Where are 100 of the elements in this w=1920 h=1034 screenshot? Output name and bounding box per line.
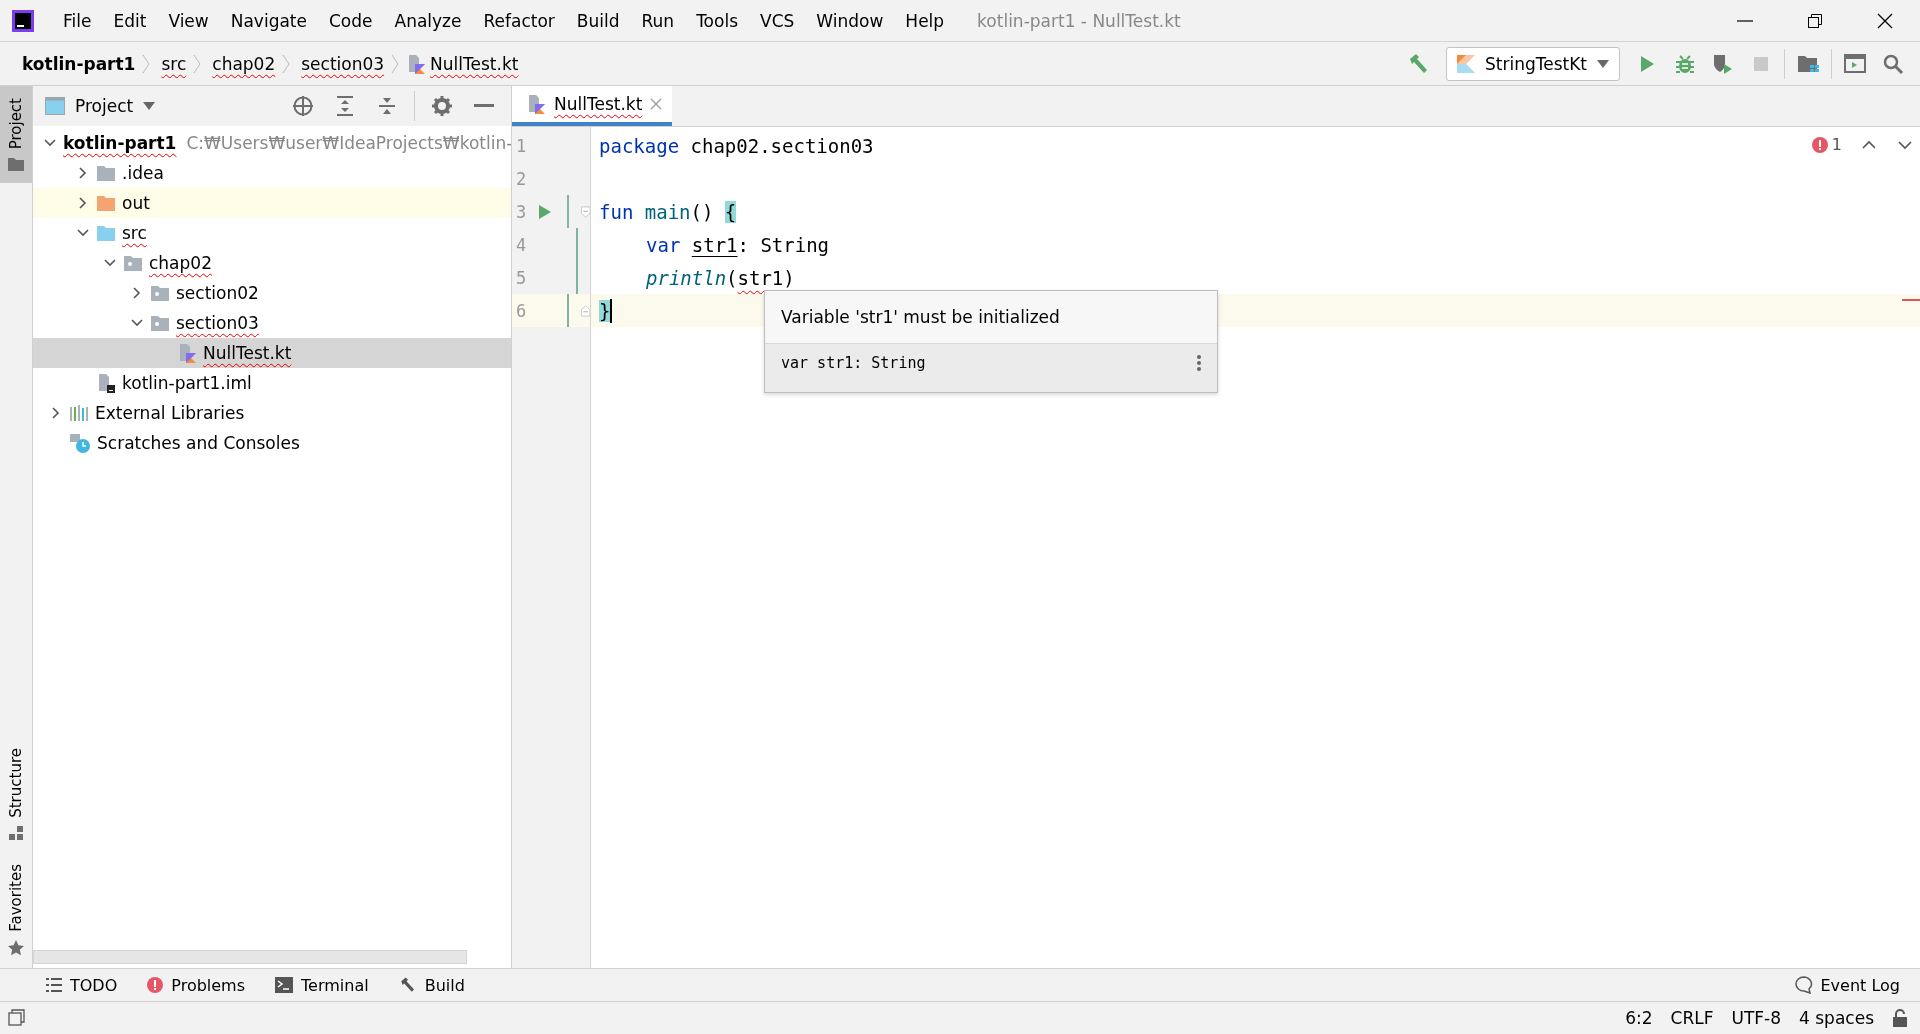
line-number: 2	[515, 168, 528, 189]
chevron-down-icon[interactable]	[1898, 139, 1912, 150]
side-tab[interactable]: Project	[0, 86, 32, 184]
tree-row[interactable]: External Libraries	[33, 398, 511, 428]
tree-label: .idea	[122, 163, 164, 183]
folder-icon	[96, 164, 116, 182]
window-title: kotlin-part1 - NullTest.kt	[977, 10, 1182, 31]
declaration-code: var str1: String	[781, 354, 927, 372]
chevron-up-icon[interactable]	[1862, 139, 1876, 150]
line-number: 3	[515, 201, 528, 222]
code-line: println(str1)	[646, 266, 795, 289]
line-number: 6	[515, 300, 528, 321]
menu-item[interactable]: Navigate	[219, 10, 318, 31]
horizontal-scrollbar[interactable]	[33, 950, 467, 964]
terminal-icon	[275, 977, 294, 993]
tree-row[interactable]: src	[33, 218, 511, 248]
package-folder-icon	[150, 284, 170, 302]
menu-item[interactable]: Refactor	[472, 10, 566, 31]
tree-label: section03	[176, 313, 259, 333]
more-icon[interactable]	[1197, 355, 1201, 371]
tree-row[interactable]: chap02	[33, 248, 511, 278]
close-icon	[1877, 12, 1893, 29]
tree-row[interactable]: section03	[33, 308, 511, 338]
breadcrumb-separator-icon	[142, 53, 151, 74]
menu-item[interactable]: Tools	[685, 10, 749, 31]
problem-count[interactable]: 1	[1811, 135, 1842, 154]
breadcrumb[interactable]: chap02	[212, 53, 276, 80]
fold-marker-icon[interactable]	[580, 204, 590, 219]
libraries-icon	[69, 404, 89, 422]
breadcrumb[interactable]: src	[161, 53, 187, 80]
menu-item[interactable]: Window	[805, 10, 895, 31]
tool-window-button[interactable]: Terminal	[275, 975, 369, 995]
menu-item[interactable]: Build	[565, 10, 631, 31]
side-tab[interactable]: Structure	[0, 736, 32, 853]
kotlin-icon	[1456, 54, 1475, 73]
menu-item[interactable]: Analyze	[383, 10, 473, 31]
side-tab-label: Structure	[7, 748, 25, 819]
breadcrumb[interactable]: section03	[301, 53, 385, 80]
tree-label: section02	[176, 283, 259, 303]
window-icon	[45, 97, 65, 115]
menu-item[interactable]: Run	[630, 10, 686, 31]
breadcrumb-separator-icon	[193, 53, 202, 74]
menu-item[interactable]: Edit	[102, 10, 158, 31]
project-view-dropdown[interactable]: Project	[45, 96, 156, 116]
file-icon	[96, 373, 116, 393]
kotlin-file-icon	[177, 343, 197, 363]
code-line: fun main() {	[599, 200, 737, 223]
menu-item[interactable]: Code	[318, 10, 384, 31]
line-number: 4	[515, 234, 528, 255]
lock-icon[interactable]	[1892, 1009, 1908, 1027]
hammer-icon	[398, 976, 417, 994]
status-item[interactable]: 6:2	[1625, 1008, 1653, 1028]
app-logo	[12, 9, 34, 32]
dropdown-caret-icon	[143, 102, 156, 110]
folder-icon	[8, 157, 24, 172]
run-configuration-dropdown[interactable]: StringTestKt	[1445, 46, 1620, 81]
tree-row[interactable]: out	[33, 188, 511, 218]
status-item[interactable]: UTF-8	[1731, 1008, 1782, 1028]
fold-marker-icon[interactable]	[580, 303, 590, 318]
tool-window-button[interactable]: TODO	[46, 975, 118, 995]
error-stripe-marker[interactable]	[1902, 299, 1920, 301]
tree-label: NullTest.kt	[203, 343, 292, 363]
breadcrumb[interactable]: NullTest.kt	[430, 53, 519, 80]
error-icon	[147, 977, 164, 993]
menu-item[interactable]: View	[157, 10, 220, 31]
tree-row[interactable]: .idea	[33, 158, 511, 188]
menu-item[interactable]: Help	[894, 10, 956, 31]
close-icon[interactable]	[650, 98, 663, 110]
kotlin-file-icon	[526, 94, 546, 114]
run-icon[interactable]	[537, 203, 552, 220]
breadcrumb[interactable]: kotlin-part1	[22, 53, 136, 80]
menu-item[interactable]: VCS	[749, 10, 806, 31]
folder-icon	[96, 224, 116, 242]
tree-row[interactable]: kotlin-part1 C:₩Users₩user₩IdeaProjects₩kotlin-	[33, 128, 511, 158]
code-line: package chap02.section03	[599, 134, 874, 157]
tool-window-button[interactable]: Build	[398, 975, 465, 995]
event-log-button[interactable]: Event Log	[1794, 975, 1900, 995]
tool-window-button[interactable]: Problems	[147, 975, 246, 995]
tree-label: kotlin-part1.iml	[122, 373, 252, 393]
star-icon	[8, 940, 24, 956]
tree-label: Scratches and Consoles	[97, 433, 300, 453]
error-message: Variable 'str1' must be initialized	[765, 291, 1217, 344]
structure-icon	[9, 826, 23, 841]
panel-toggle-icon[interactable]	[8, 1009, 26, 1027]
menu-item[interactable]: File	[52, 10, 103, 31]
package-folder-icon	[150, 314, 170, 332]
panel-title: Project	[75, 96, 134, 116]
tree-row[interactable]: kotlin-part1.iml	[33, 368, 511, 398]
tree-row[interactable]: Scratches and Consoles	[33, 428, 511, 458]
minimize-icon	[1737, 19, 1753, 22]
tree-row[interactable]: NullTest.kt	[33, 338, 511, 368]
package-folder-icon	[123, 254, 143, 272]
tree-row[interactable]: section02	[33, 278, 511, 308]
status-item[interactable]: 4 spaces	[1799, 1008, 1874, 1028]
error-icon	[1811, 136, 1828, 153]
kotlin-file-icon	[406, 53, 427, 74]
editor-tab[interactable]: NullTest.kt	[512, 86, 673, 126]
status-item[interactable]: CRLF	[1670, 1008, 1714, 1028]
side-tab[interactable]: Favorites	[0, 852, 32, 968]
tree-label: External Libraries	[95, 403, 245, 423]
